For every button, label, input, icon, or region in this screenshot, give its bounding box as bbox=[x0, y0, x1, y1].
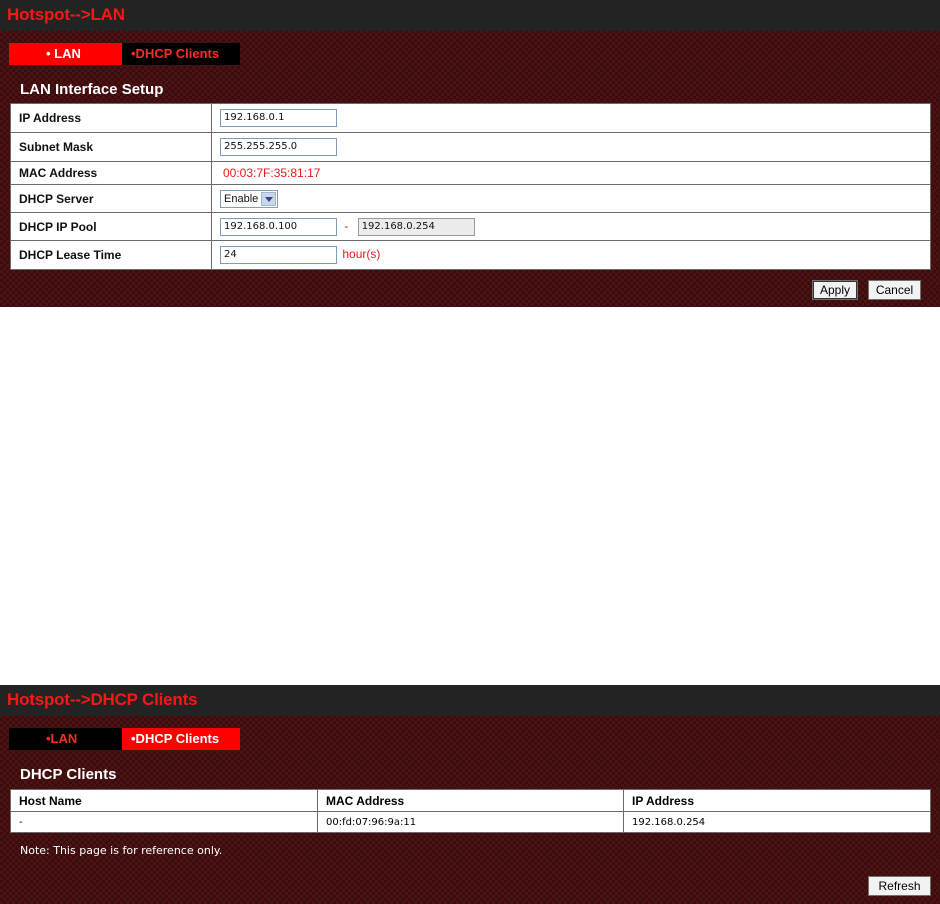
table-row: - 00:fd:07:96:9a:11 192.168.0.254 bbox=[10, 811, 931, 833]
subnet-mask-row: Subnet Mask 255.255.255.0 bbox=[10, 132, 931, 162]
tab-lan-label: •LAN bbox=[46, 731, 78, 746]
host-name-cell: - bbox=[10, 811, 318, 833]
tab-dhcp-clients-label: •DHCP Clients bbox=[131, 46, 220, 61]
dhcp-server-select[interactable]: Enable bbox=[220, 189, 278, 208]
lease-time-unit: hour(s) bbox=[342, 247, 381, 262]
apply-button[interactable]: Apply bbox=[812, 280, 858, 300]
ip-address-input[interactable]: 192.168.0.1 bbox=[220, 109, 337, 127]
mac-address-label: MAC Address bbox=[10, 161, 212, 185]
dhcp-ip-pool-row: DHCP IP Pool 192.168.0.100 - 192.168.0.2… bbox=[10, 212, 931, 241]
tab-dhcp-clients-label: •DHCP Clients bbox=[131, 731, 220, 746]
mac-address-cell: 00:fd:07:96:9a:11 bbox=[317, 811, 624, 833]
dhcp-clients-panel: Hotspot-->DHCP Clients •LAN •DHCP Client… bbox=[0, 685, 940, 904]
tab-lan[interactable]: •LAN bbox=[9, 728, 122, 750]
lan-settings-table: IP Address 192.168.0.1 Subnet Mask 255.2… bbox=[10, 103, 931, 270]
tab-dhcp-clients[interactable]: •DHCP Clients bbox=[122, 43, 240, 65]
ip-address-cell: 192.168.0.254 bbox=[623, 811, 931, 833]
table-header-row: Host Name MAC Address IP Address bbox=[10, 789, 931, 812]
dhcp-pool-start-input[interactable]: 192.168.0.100 bbox=[220, 217, 337, 236]
ip-address-row: IP Address 192.168.0.1 bbox=[10, 103, 931, 133]
mac-address-row: MAC Address 00:03:7F:35:81:17 bbox=[10, 161, 931, 185]
tab-lan-label: • LAN bbox=[46, 46, 81, 61]
cancel-button[interactable]: Cancel bbox=[868, 280, 921, 300]
section-title: DHCP Clients bbox=[20, 766, 117, 783]
dhcp-pool-separator: - bbox=[344, 218, 349, 233]
page-title: Hotspot-->DHCP Clients bbox=[7, 690, 198, 709]
dhcp-clients-table: Host Name MAC Address IP Address - 00:fd… bbox=[10, 789, 931, 833]
dhcp-pool-end-input: 192.168.0.254 bbox=[357, 217, 475, 236]
refresh-button[interactable]: Refresh bbox=[868, 876, 931, 896]
dhcp-server-label: DHCP Server bbox=[10, 184, 212, 213]
chevron-down-icon[interactable] bbox=[261, 191, 276, 206]
subnet-mask-label: Subnet Mask bbox=[10, 132, 212, 162]
dhcp-titlebar: Hotspot-->DHCP Clients bbox=[0, 685, 940, 716]
dhcp-server-selected-value: Enable bbox=[224, 192, 259, 205]
lan-titlebar: Hotspot-->LAN bbox=[0, 0, 940, 31]
column-ip-address: IP Address bbox=[623, 789, 931, 812]
column-host-name: Host Name bbox=[10, 789, 318, 812]
lan-panel: Hotspot-->LAN • LAN •DHCP Clients LAN In… bbox=[0, 0, 940, 307]
subnet-mask-input[interactable]: 255.255.255.0 bbox=[220, 138, 337, 156]
dhcp-server-row: DHCP Server Enable bbox=[10, 184, 931, 213]
section-title: LAN Interface Setup bbox=[20, 81, 164, 98]
page-title: Hotspot-->LAN bbox=[7, 5, 125, 24]
dhcp-ip-pool-label: DHCP IP Pool bbox=[10, 212, 212, 241]
dhcp-lease-time-label: DHCP Lease Time bbox=[10, 240, 212, 270]
ip-address-label: IP Address bbox=[10, 103, 212, 133]
tab-dhcp-clients[interactable]: •DHCP Clients bbox=[122, 728, 240, 750]
mac-address-value: 00:03:7F:35:81:17 bbox=[223, 166, 321, 180]
reference-note: Note: This page is for reference only. bbox=[20, 844, 223, 857]
tab-lan[interactable]: • LAN bbox=[9, 43, 122, 65]
dhcp-lease-time-row: DHCP Lease Time 24 hour(s) bbox=[10, 240, 931, 270]
column-mac-address: MAC Address bbox=[317, 789, 624, 812]
dhcp-lease-time-input[interactable]: 24 bbox=[220, 246, 337, 264]
